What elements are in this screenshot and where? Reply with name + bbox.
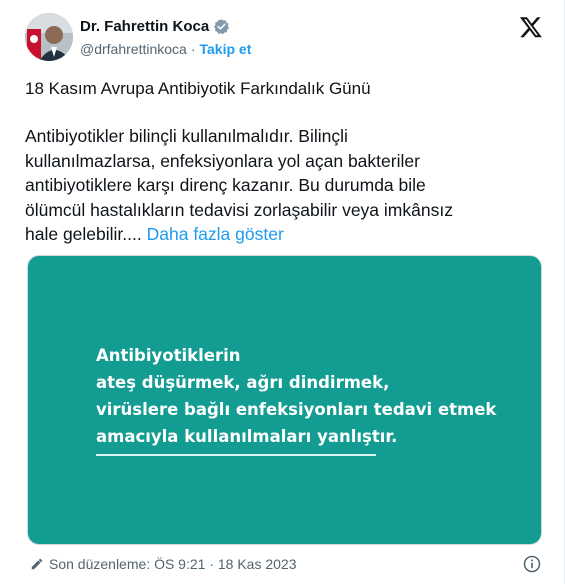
author-name[interactable]: Dr. Fahrettin Koca bbox=[80, 18, 209, 35]
avatar[interactable] bbox=[25, 13, 73, 61]
tweet-title: 18 Kasım Avrupa Antibiyotik Farkındalık … bbox=[25, 79, 371, 98]
tweet-card: Dr. Fahrettin Koca @drfahrettinkoca · Ta… bbox=[0, 0, 565, 584]
author-name-row[interactable]: Dr. Fahrettin Koca bbox=[80, 18, 230, 35]
tweet-body-line: hale gelebilir.... bbox=[25, 224, 142, 244]
tweet-body-line: kullanılmazlarsa, enfeksiyonlara yol aça… bbox=[25, 150, 420, 171]
show-more-link[interactable]: Daha fazla göster bbox=[147, 224, 284, 244]
media-text-line: Antibiyotiklerin bbox=[96, 346, 241, 365]
verified-badge-icon bbox=[214, 19, 230, 35]
pencil-icon bbox=[31, 558, 43, 570]
edit-footer[interactable]: Son düzenleme: ÖS 9:21 · 18 Kas 2023 bbox=[30, 556, 297, 572]
handle-row: @drfahrettinkoca · Takip et bbox=[80, 41, 251, 57]
x-logo-icon[interactable] bbox=[519, 15, 543, 39]
media-underline bbox=[96, 454, 376, 456]
tweet-body: Antibiyotikler bilinçli kullanılmalıdır.… bbox=[25, 124, 545, 247]
edited-label: Son düzenleme: ÖS 9:21 · 18 Kas 2023 bbox=[49, 556, 297, 572]
media-text-line: amacıyla kullanılmaları yanlıştır. bbox=[96, 427, 398, 446]
media-text-line: virüslere bağlı enfeksiyonları tedavi et… bbox=[96, 400, 497, 419]
tweet-body-line: antibiyotiklere karşı direnç kazanır. Bu… bbox=[25, 175, 426, 195]
author-handle[interactable]: @drfahrettinkoca bbox=[80, 41, 187, 57]
media-image[interactable]: Antibiyotiklerin ateş düşürmek, ağrı din… bbox=[27, 255, 542, 545]
tweet-body-line: ölümcül hastalıkların tedavisi zorlaşabi… bbox=[25, 199, 453, 220]
follow-button[interactable]: Takip et bbox=[200, 41, 252, 57]
info-icon[interactable] bbox=[522, 554, 542, 574]
media-text-line: ateş düşürmek, ağrı dindirmek, bbox=[96, 373, 390, 392]
tweet-body-last-line: hale gelebilir.... Daha fazla göster bbox=[25, 222, 545, 247]
media-text: Antibiyotiklerin ateş düşürmek, ağrı din… bbox=[96, 342, 496, 450]
tweet-body-line: Antibiyotikler bilinçli kullanılmalıdır.… bbox=[25, 126, 348, 146]
separator: · bbox=[190, 41, 196, 57]
